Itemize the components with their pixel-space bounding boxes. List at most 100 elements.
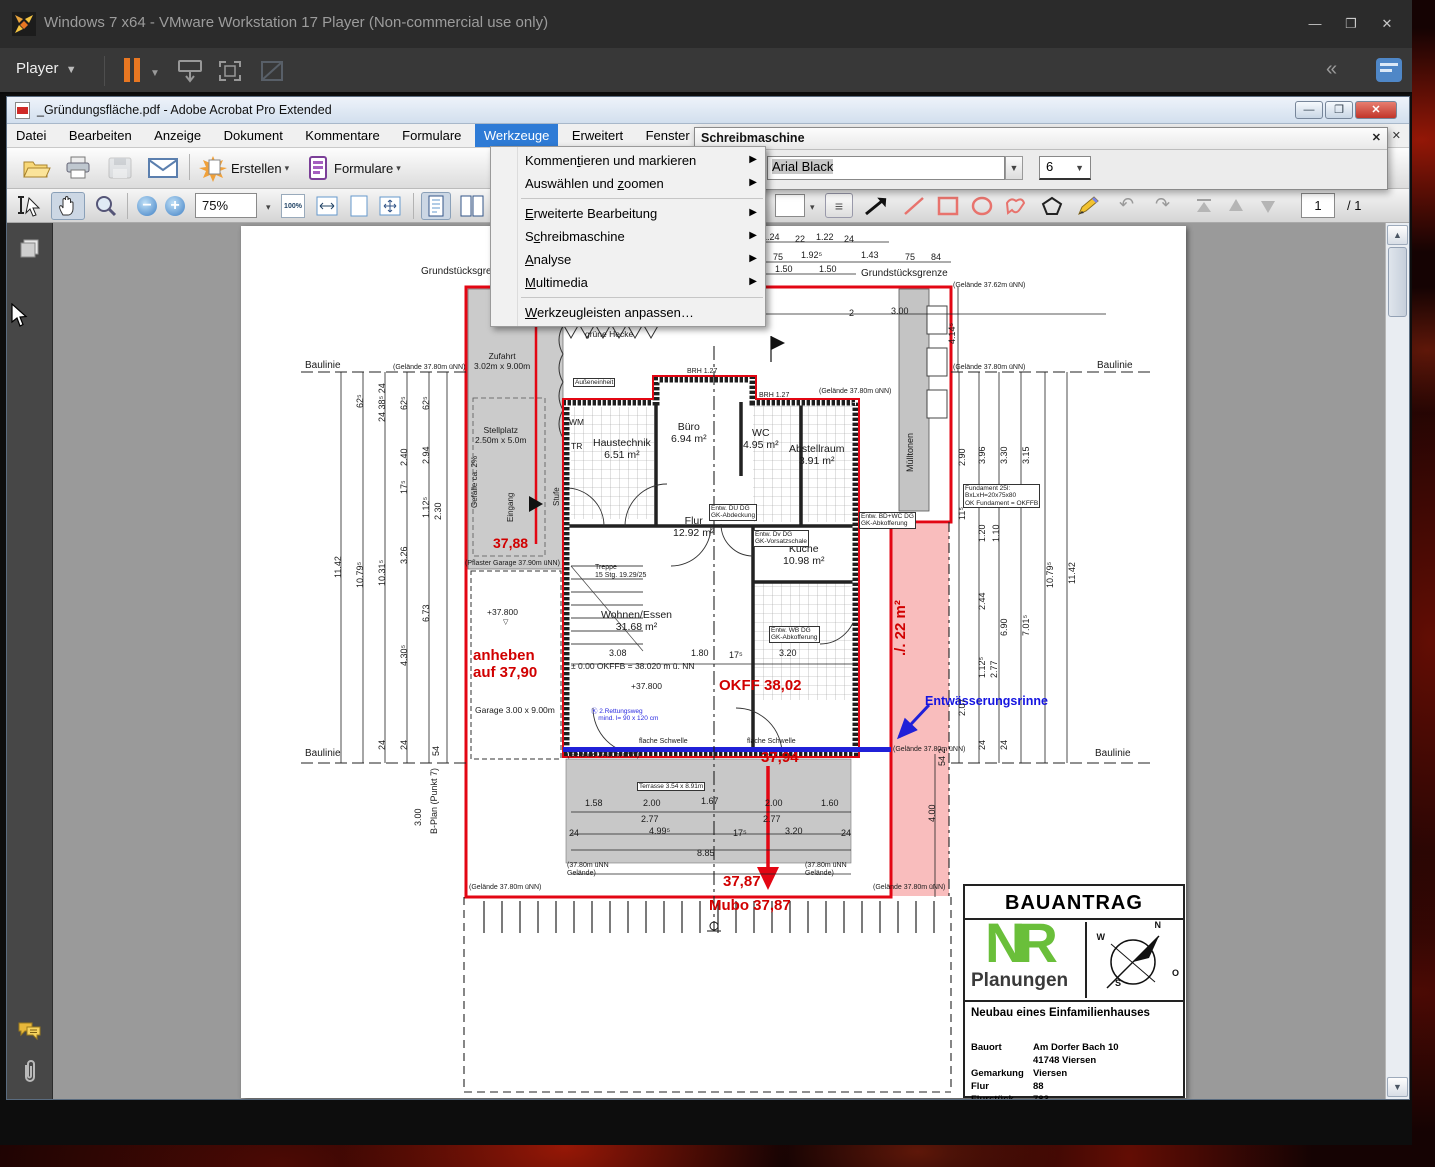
menu-formulare[interactable]: Formulare <box>393 124 470 147</box>
plan-label: 37,94 <box>761 749 799 766</box>
actual-size-button[interactable]: 100% <box>281 194 305 218</box>
plan-label: 24 <box>844 234 855 244</box>
formulare-button[interactable]: Formulare ▾ <box>307 153 401 183</box>
submenu-arrow-icon: ▶ <box>749 207 757 218</box>
vmware-maximize-button[interactable]: ❐ <box>1338 14 1364 34</box>
scroll-up-button[interactable]: ▲ <box>1387 225 1408 245</box>
schreibmaschine-window: Schreibmaschine ✕ Schreibmaschine T↑ T↓ … <box>609 127 1388 190</box>
schreibmaschine-window-titlebar[interactable]: Schreibmaschine ✕ <box>695 128 1387 150</box>
create-pdf-icon <box>199 156 227 182</box>
zoom-in-button[interactable]: + <box>165 196 185 216</box>
plan-label: 1.60 <box>821 798 839 808</box>
print-icon[interactable] <box>63 155 93 181</box>
plan-label: 3.96 <box>977 446 987 464</box>
menu-item-auswaehlen-zoomen[interactable]: Auswählen und zoomen ▶ <box>491 172 765 195</box>
toolbar-area-close-icon[interactable]: ✕ <box>1392 129 1401 142</box>
vertical-scrollbar[interactable]: ▲ ▼ <box>1385 223 1409 1099</box>
zoom-level-combo[interactable]: 75% <box>195 193 257 218</box>
cloud-tool-icon[interactable] <box>1003 195 1029 217</box>
plan-label: 11.42 <box>333 556 343 578</box>
menu-kommentare[interactable]: Kommentare <box>296 124 388 147</box>
page-number-input[interactable]: 1 <box>1301 193 1335 218</box>
plan-label: 2.77 <box>989 660 999 678</box>
plan-label: 37,87 <box>723 873 761 890</box>
plan-label: 1.58 <box>585 798 603 808</box>
plan-label: flache Schwelle <box>747 738 796 745</box>
markup-style-combo[interactable] <box>775 194 805 217</box>
chevron-down-icon: ▾ <box>284 162 290 173</box>
vmware-library-panel-icon[interactable] <box>1376 58 1402 82</box>
font-size-combo[interactable]: 6 ▼ <box>1039 156 1091 180</box>
menu-datei[interactable]: Datei <box>7 124 55 147</box>
single-page-view-button[interactable] <box>421 192 451 220</box>
plan-label: Gefälle ca. 2% <box>470 455 479 508</box>
open-file-icon[interactable] <box>21 155 51 181</box>
close-icon[interactable]: ✕ <box>1372 131 1381 144</box>
two-page-view-icon[interactable] <box>459 194 485 218</box>
acrobat-minimize-button[interactable]: — <box>1295 101 1323 119</box>
scroll-down-button[interactable]: ▼ <box>1387 1077 1408 1097</box>
font-combo-caret[interactable]: ▼ <box>1005 156 1023 180</box>
menu-item-werkzeugleisten-anpassen[interactable]: Werkzeugleisten anpassen… <box>491 301 765 324</box>
collapse-toolbar-chevron[interactable]: « <box>1326 58 1337 81</box>
plan-label: 10.79⁵ <box>355 561 365 588</box>
hand-tool-icon <box>59 196 74 216</box>
menu-dokument[interactable]: Dokument <box>215 124 292 147</box>
pdf-page: Grundstücksgrenze Grundstücksgrenze 1.24 22… <box>241 226 1186 1099</box>
scroll-thumb[interactable] <box>1388 247 1407 317</box>
fullscreen-icon[interactable] <box>216 58 244 84</box>
plan-label: Baulinie <box>1095 748 1131 759</box>
menu-fenster[interactable]: Fenster <box>637 124 699 147</box>
menu-bearbeiten[interactable]: Bearbeiten <box>60 124 141 147</box>
marquee-zoom-icon[interactable] <box>93 194 119 218</box>
zoom-out-button[interactable]: − <box>137 196 157 216</box>
menu-item-erweiterte-bearbeitung[interactable]: Erweiterte Bearbeitung ▶ <box>491 202 765 225</box>
plan-label: 2.77 <box>641 814 659 824</box>
menu-erweitert[interactable]: Erweitert <box>563 124 632 147</box>
vmware-close-button[interactable]: ✕ <box>1374 14 1400 34</box>
full-screen-icon[interactable] <box>377 194 403 218</box>
menu-item-multimedia[interactable]: Multimedia ▶ <box>491 271 765 294</box>
hand-tool-button[interactable] <box>51 192 85 220</box>
plan-label: ./. 22 m² <box>892 600 909 656</box>
rectangle-tool-icon[interactable] <box>935 195 961 217</box>
zoom-combo-caret[interactable]: ▾ <box>266 202 271 213</box>
markup-combo-caret[interactable]: ▾ <box>810 202 815 213</box>
plan-label: grüne Hecke <box>585 329 634 339</box>
fit-width-icon[interactable] <box>315 194 339 218</box>
email-icon[interactable] <box>147 157 179 179</box>
line-tool-icon[interactable] <box>901 195 927 217</box>
forms-icon <box>309 156 327 180</box>
player-menu[interactable]: Player ▼ <box>16 60 77 77</box>
oval-tool-icon[interactable] <box>969 195 995 217</box>
sticky-note-button[interactable]: ≡ <box>825 193 853 218</box>
plan-label: 3.00 <box>891 306 909 316</box>
suspend-options-caret[interactable]: ▼ <box>150 68 160 79</box>
send-ctrl-alt-del-icon[interactable] <box>176 58 204 84</box>
fit-page-icon[interactable] <box>347 194 371 218</box>
vmware-minimize-button[interactable]: — <box>1302 14 1328 34</box>
menu-item-kommentieren[interactable]: Kommentieren und markieren ▶ <box>491 149 765 172</box>
polygon-tool-icon[interactable] <box>1039 195 1065 217</box>
menu-werkzeuge[interactable]: Werkzeuge <box>474 124 559 147</box>
create-pdf-button[interactable]: Erstellen ▾ <box>199 153 289 183</box>
font-family-combo[interactable]: Arial Black <box>767 156 1005 180</box>
document-area[interactable]: Grundstücksgrenze Grundstücksgrenze 1.24 22… <box>54 223 1386 1099</box>
attachments-panel-icon[interactable] <box>19 1059 41 1085</box>
plan-label: 84 <box>931 252 942 262</box>
pencil-tool-icon[interactable] <box>1073 194 1101 218</box>
plan-label: 1.10 <box>991 524 1001 542</box>
plan-label: Wohnen/Essen 31.68 m² <box>601 609 673 633</box>
suspend-vm-button[interactable] <box>124 58 142 82</box>
menu-anzeige[interactable]: Anzeige <box>145 124 210 147</box>
menu-item-schreibmaschine[interactable]: Schreibmaschine ▶ <box>491 225 765 248</box>
plan-label: 37,88 <box>493 535 529 551</box>
menu-item-analyse[interactable]: Analyse ▶ <box>491 248 765 271</box>
pages-panel-icon[interactable] <box>18 237 42 261</box>
acrobat-close-button[interactable]: ✕ <box>1355 101 1397 119</box>
arrow-tool-icon[interactable] <box>863 195 889 217</box>
comments-panel-icon[interactable] <box>17 1019 43 1041</box>
plan-label: 2.00 <box>643 798 661 808</box>
select-tool-icon[interactable] <box>17 195 43 217</box>
acrobat-restore-button[interactable]: ❐ <box>1325 101 1353 119</box>
